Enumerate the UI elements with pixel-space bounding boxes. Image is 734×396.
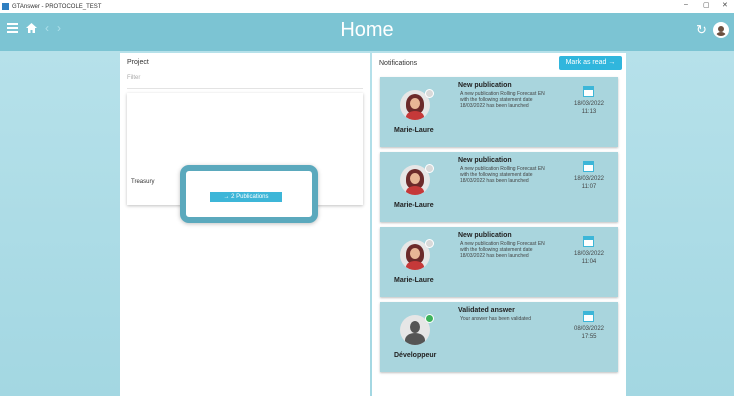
top-app-bar: ‹ › Home ↻ — [0, 13, 734, 51]
notification-time: 11:04 — [581, 259, 597, 265]
calendar-icon — [583, 86, 594, 97]
notification-date: 08/03/2022 — [573, 326, 605, 332]
project-name: Treasury — [131, 179, 155, 185]
calendar-icon — [583, 311, 594, 322]
filter-input[interactable]: Filter — [127, 75, 363, 89]
project-panel: Project Filter Treasury — [120, 53, 370, 396]
notification-time: 11:07 — [581, 184, 597, 190]
notification-message: A new publication Rolling Forecast EN wi… — [460, 166, 545, 184]
page-title: Home — [340, 19, 394, 41]
close-button[interactable]: ✕ — [722, 1, 728, 9]
notification-author: Marie-Laure — [394, 277, 434, 284]
window-titlebar: GTAnswer - PROTOCOLE_TEST – ▢ ✕ — [0, 0, 734, 13]
refresh-icon[interactable]: ↻ — [696, 22, 707, 38]
notification-title: Validated answer — [458, 307, 515, 314]
notification-title: New publication — [458, 157, 512, 164]
notification-message: A new publication Rolling Forecast EN wi… — [460, 91, 545, 109]
notification-author: Marie-Laure — [394, 127, 434, 134]
notification-message: A new publication Rolling Forecast EN wi… — [460, 241, 545, 259]
window-title: GTAnswer - PROTOCOLE_TEST — [12, 3, 102, 10]
notification-card[interactable]: Marie-Laure New publication A new public… — [380, 152, 618, 222]
notification-date: 18/03/2022 — [573, 251, 605, 257]
highlight-callout: → 2 Publications — [180, 165, 318, 223]
mark-as-read-button[interactable]: Mark as read → — [559, 56, 622, 70]
notification-time: 11:13 — [581, 109, 597, 115]
calendar-icon — [583, 236, 594, 247]
notification-message: Your answer has been validated — [460, 316, 531, 322]
calendar-icon — [583, 161, 594, 172]
notification-date: 18/03/2022 — [573, 176, 605, 182]
notification-author: Marie-Laure — [394, 202, 434, 209]
notification-title: New publication — [458, 82, 512, 89]
notification-card[interactable]: Marie-Laure New publication A new public… — [380, 227, 618, 297]
notifications-header: Notifications — [379, 60, 418, 67]
maximize-button[interactable]: ▢ — [703, 1, 710, 9]
status-badge — [425, 89, 434, 98]
status-badge — [425, 239, 434, 248]
notifications-panel: Notifications Mark as read → Marie-Laure… — [372, 53, 626, 396]
status-badge — [425, 164, 434, 173]
app-icon — [2, 3, 9, 10]
notification-time: 17:55 — [581, 334, 597, 340]
publications-button[interactable]: → 2 Publications — [210, 192, 282, 202]
notification-title: New publication — [458, 232, 512, 239]
project-header: Project — [127, 59, 149, 66]
minimize-button[interactable]: – — [684, 1, 688, 8]
notification-date: 18/03/2022 — [573, 101, 605, 107]
validated-check-icon — [425, 314, 434, 323]
notification-card[interactable]: Marie-Laure New publication A new public… — [380, 77, 618, 147]
notification-card[interactable]: Développeur Validated answer Your answer… — [380, 302, 618, 372]
user-avatar[interactable] — [713, 22, 729, 38]
notification-author: Développeur — [394, 352, 437, 359]
